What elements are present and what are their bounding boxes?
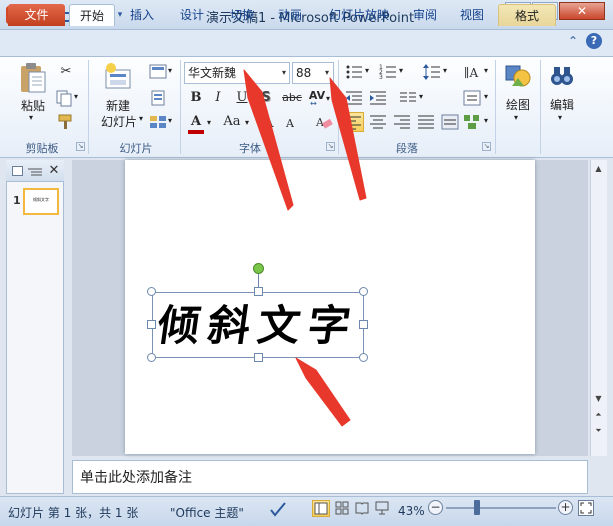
scroll-up-icon[interactable]: ▲	[592, 163, 605, 175]
slide-sorter-icon[interactable]	[334, 500, 352, 517]
zoom-level[interactable]: 43%	[398, 504, 425, 518]
annotation-arrows	[243, 69, 367, 427]
red-arrow-font-size	[329, 77, 367, 201]
scroll-down-icon[interactable]: ▼	[592, 393, 605, 405]
zoom-slider-thumb[interactable]	[474, 500, 480, 515]
fit-to-window-icon[interactable]	[578, 500, 594, 516]
red-arrow-font-name	[243, 69, 294, 211]
previous-slide-icon[interactable]: ⏶	[592, 409, 605, 421]
spell-check-icon[interactable]	[268, 500, 288, 518]
red-arrow-text-box	[295, 357, 351, 427]
slide-info: 幻灯片 第 1 张，共 1 张	[8, 506, 139, 520]
theme-name[interactable]: "Office 主题"	[170, 504, 244, 521]
zoom-in-icon[interactable]: +	[558, 500, 573, 515]
notes-placeholder[interactable]: 单击此处添加备注	[80, 467, 192, 487]
next-slide-icon[interactable]: ⏷	[592, 425, 605, 437]
zoom-slider-track[interactable]	[446, 507, 556, 509]
reading-view-icon[interactable]	[354, 500, 372, 517]
zoom-out-icon[interactable]: −	[428, 500, 443, 515]
normal-view-icon[interactable]	[312, 500, 330, 517]
slide-show-icon[interactable]	[374, 500, 392, 517]
